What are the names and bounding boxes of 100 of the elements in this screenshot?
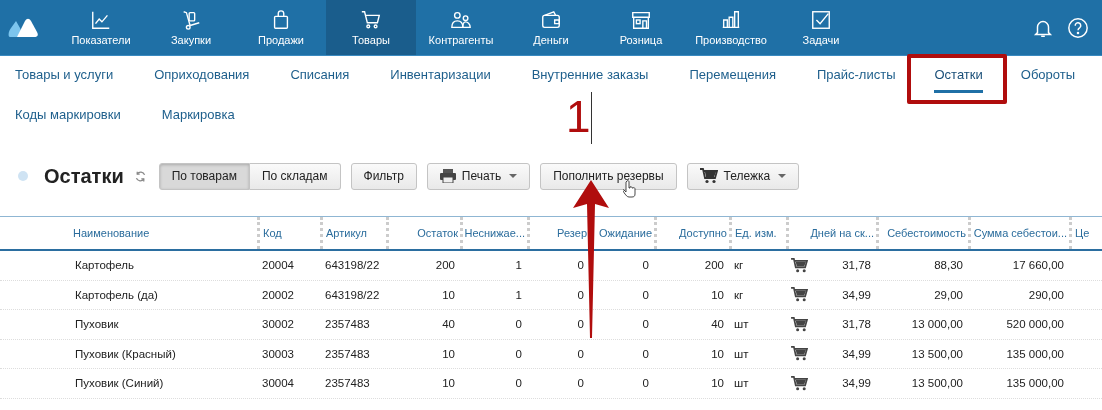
table-cell: 0	[642, 347, 649, 360]
nav-tab[interactable]: Продажи	[236, 0, 326, 55]
table-cell: Пуховик (Красный)	[75, 347, 176, 360]
cart-icon[interactable]	[791, 287, 808, 303]
column-header[interactable]: Дней на ск...	[810, 227, 874, 239]
table-cell: 30003	[262, 347, 294, 360]
section-tab[interactable]: Списания	[290, 59, 350, 93]
cart-icon[interactable]	[791, 346, 808, 362]
printer-icon	[439, 169, 456, 183]
column-header[interactable]: Ед. изм.	[735, 227, 777, 239]
table-cell: 10	[711, 288, 724, 301]
section-tab[interactable]: Обороты	[1020, 59, 1076, 93]
table-cell: Картофель	[75, 259, 134, 272]
nav-tab[interactable]: Контрагенты	[416, 0, 506, 55]
view-toggle-button[interactable]: По товарам	[158, 162, 250, 190]
section-tab[interactable]: Коды маркировки	[15, 99, 121, 133]
cart-icon[interactable]	[791, 375, 808, 391]
column-header[interactable]: Наименование	[73, 227, 150, 239]
table-cell: кг	[734, 288, 744, 301]
table-cell: 10	[711, 377, 724, 390]
cart-icon[interactable]	[791, 316, 808, 332]
column-header[interactable]: Остаток	[417, 227, 458, 239]
bar-chart-icon	[720, 9, 742, 31]
table-cell: 0	[642, 377, 649, 390]
section-tab[interactable]: Внутренние заказы	[531, 59, 649, 93]
table-cell: 34,99	[842, 377, 871, 390]
nav-tab[interactable]: Деньги	[506, 0, 596, 55]
table-cell: Пуховик (Синий)	[75, 377, 164, 390]
table-cell: 31,78	[842, 259, 871, 272]
column-header[interactable]: Це	[1075, 227, 1090, 239]
table-cell: Картофель (да)	[75, 288, 158, 301]
table-cell: 643198/22	[325, 288, 380, 301]
column-header[interactable]: Сумма себестои...	[973, 227, 1067, 239]
refresh-icon[interactable]	[133, 169, 147, 183]
table-cell: 10	[711, 347, 724, 360]
caret-icon	[778, 174, 787, 178]
toolbar-button[interactable]: Фильтр	[350, 162, 417, 190]
column-header[interactable]: Артикул	[326, 227, 367, 239]
nav-tab[interactable]: Задачи	[776, 0, 866, 55]
storefront-icon	[630, 9, 652, 31]
column-header[interactable]: Себестоимость	[887, 227, 966, 239]
table-cell: 40	[442, 318, 455, 331]
section-tab[interactable]: Перемещения	[689, 59, 776, 93]
table-cell: 29,00	[934, 288, 963, 301]
view-toggle-button[interactable]: По складам	[249, 162, 341, 190]
table-cell: 290,00	[1028, 288, 1064, 301]
table-cell: 0	[577, 318, 584, 331]
table-cell: шт	[734, 347, 749, 360]
table-cell: 10	[442, 288, 455, 301]
table-cell: 10	[442, 347, 455, 360]
nav-tab[interactable]: Производство	[686, 0, 776, 55]
table-cell: 0	[642, 318, 649, 331]
table-cell: 30004	[262, 377, 294, 390]
table-cell: 20004	[262, 259, 294, 272]
cart-icon	[360, 9, 382, 31]
column-header[interactable]: Неснижае...	[464, 227, 525, 239]
table-cell: 34,99	[842, 347, 871, 360]
table-cell: 0	[577, 288, 584, 301]
cart-icon[interactable]	[791, 257, 808, 273]
table-cell: 0	[515, 318, 522, 331]
table-cell: 10	[442, 377, 455, 390]
cart-icon	[699, 168, 718, 184]
table-cell: 0	[515, 347, 522, 360]
toolbar-button[interactable]: Пополнить резервы	[540, 162, 677, 190]
section-tab[interactable]: Инвентаризации	[390, 59, 491, 93]
toolbar-button[interactable]: Печать	[426, 162, 531, 190]
column-header[interactable]: Ожидание	[599, 227, 652, 239]
column-header[interactable]: Доступно	[679, 227, 727, 239]
table-cell: шт	[734, 318, 749, 331]
table-cell: 135 000,00	[1006, 347, 1064, 360]
step-number: 1	[566, 95, 591, 139]
table-cell: 0	[577, 347, 584, 360]
table-cell: 17 660,00	[1012, 259, 1064, 272]
table-cell: 31,78	[842, 318, 871, 331]
table-cell: 88,30	[934, 259, 963, 272]
nav-tab[interactable]: Показатели	[56, 0, 146, 55]
table-cell: 643198/22	[325, 259, 380, 272]
nav-tab[interactable]: Товары	[326, 0, 416, 55]
line-chart-icon	[90, 9, 112, 31]
section-tab[interactable]: Маркировка	[161, 99, 235, 133]
section-tab[interactable]: Оприходования	[154, 59, 250, 93]
people-icon	[450, 9, 472, 31]
table-cell: кг	[734, 259, 744, 272]
table-cell: 2357483	[325, 377, 370, 390]
page-title: Остатки	[44, 164, 124, 188]
wallet-icon	[540, 9, 562, 31]
column-header[interactable]: Код	[263, 227, 282, 239]
column-header[interactable]: Резер	[557, 227, 587, 239]
table-cell: 34,99	[842, 288, 871, 301]
table-cell: 0	[577, 259, 584, 272]
table-cell: 0	[577, 377, 584, 390]
table-cell: шт	[734, 377, 749, 390]
nav-tab[interactable]: Закупки	[146, 0, 236, 55]
section-tab[interactable]: Остатки	[934, 59, 983, 93]
table-cell: 40	[711, 318, 724, 331]
table-cell: 1	[515, 288, 522, 301]
nav-tab[interactable]: Розница	[596, 0, 686, 55]
section-tab[interactable]: Прайс-листы	[816, 59, 896, 93]
toolbar-button[interactable]: Тележка	[686, 162, 800, 190]
section-tab[interactable]: Товары и услуги	[15, 59, 114, 93]
